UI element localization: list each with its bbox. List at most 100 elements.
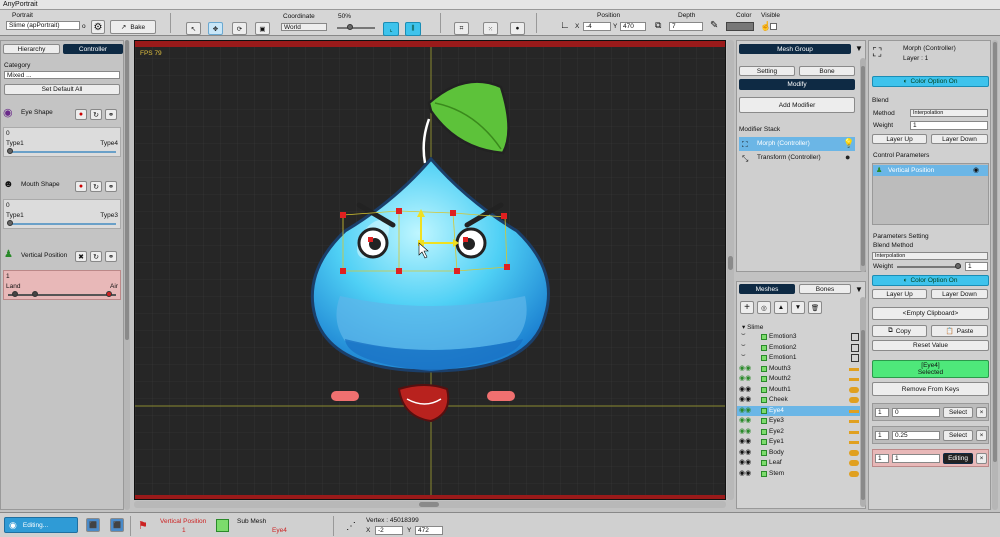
- record-button[interactable]: ●: [75, 109, 87, 120]
- method-select[interactable]: Interpolation: [910, 109, 988, 117]
- list-item[interactable]: ◉◉ Eye2: [737, 427, 863, 437]
- key-index[interactable]: 1: [875, 454, 889, 463]
- list-item-selected[interactable]: ◉◉ Eye4: [737, 405, 863, 416]
- eye-icon[interactable]: ◉◉: [739, 437, 751, 447]
- key-value[interactable]: 0.25: [892, 431, 940, 440]
- link-button[interactable]: ⚭: [105, 251, 117, 262]
- onion-skin-toggle[interactable]: ⌞: [383, 22, 399, 36]
- select-tool-button[interactable]: ↖: [186, 22, 201, 35]
- layer-button[interactable]: ◎: [757, 301, 771, 314]
- eye-icon[interactable]: ◉◉: [739, 406, 751, 416]
- color-drop-button[interactable]: ●: [510, 22, 525, 35]
- eye-icon[interactable]: ◉◉: [739, 374, 751, 384]
- list-item[interactable]: ⌣ Emotion2: [737, 341, 863, 353]
- record-button[interactable]: ●: [75, 181, 87, 192]
- paste-button[interactable]: 📋 Paste: [931, 325, 988, 337]
- link-button[interactable]: ⚭: [105, 109, 117, 120]
- controller-slider-knob[interactable]: [7, 148, 13, 154]
- key-checkbox[interactable]: [851, 343, 859, 352]
- reset-button[interactable]: ↻: [90, 109, 102, 120]
- reset-value-button[interactable]: Reset Value: [872, 340, 989, 351]
- eye-icon[interactable]: ◉◉: [739, 448, 751, 458]
- color-swatch[interactable]: [726, 22, 754, 31]
- key-remove-button[interactable]: ×: [976, 453, 987, 464]
- vertex-x-input[interactable]: -2: [375, 526, 403, 535]
- hidden-indicator-icon[interactable]: ⌣: [741, 341, 746, 351]
- controller-slider[interactable]: [8, 294, 116, 296]
- eye-icon[interactable]: ◉◉: [739, 469, 751, 479]
- key-index[interactable]: 1: [875, 431, 889, 440]
- key-checkbox[interactable]: [851, 333, 859, 341]
- bake-button[interactable]: ↗ Bake: [110, 20, 156, 34]
- hidden-indicator-icon[interactable]: ⌣: [741, 330, 746, 340]
- reset-button[interactable]: ↻: [90, 251, 102, 262]
- key-remove-button[interactable]: ×: [976, 407, 987, 418]
- vertex-y-input[interactable]: 472: [415, 526, 443, 535]
- modifier-item-transform[interactable]: ⤡ Transform (Controller) ●: [739, 151, 855, 165]
- controller-slider-knob[interactable]: [106, 291, 112, 297]
- weight-slider-knob[interactable]: [955, 263, 961, 269]
- tab-controller[interactable]: Controller: [63, 44, 123, 54]
- set-default-all-button[interactable]: Set Default All: [4, 84, 120, 95]
- remove-from-keys-button[interactable]: Remove From Keys: [872, 382, 989, 396]
- move-down-button[interactable]: ▼: [791, 301, 805, 314]
- crop-view-button[interactable]: ⌗: [454, 22, 469, 35]
- hidden-indicator-icon[interactable]: ⌣: [741, 351, 746, 361]
- dropdown-arrow-icon[interactable]: ▼: [855, 285, 863, 294]
- record-mode-button[interactable]: ⬛: [86, 518, 100, 532]
- control-param-item[interactable]: ♟ Vertical Position ◉: [873, 165, 988, 176]
- layer-up-button[interactable]: Layer Up: [872, 289, 927, 299]
- eye-icon[interactable]: ◉◉: [739, 458, 751, 468]
- inspector-scroll-thumb[interactable]: [993, 42, 997, 462]
- list-item[interactable]: ⌣ Emotion1: [737, 351, 863, 363]
- list-item[interactable]: ◉◉ Mouth1: [737, 385, 863, 395]
- keyframe-marker[interactable]: [32, 291, 38, 297]
- editing-mode-button[interactable]: ◉ Editing...: [4, 517, 78, 533]
- lock-mode-button[interactable]: ⬛: [110, 518, 124, 532]
- tab-hierarchy[interactable]: Hierarchy: [3, 44, 60, 54]
- scene-canvas[interactable]: [135, 41, 726, 500]
- meshes-scroll-thumb[interactable]: [861, 330, 865, 500]
- grid-button[interactable]: ⁙: [483, 22, 498, 35]
- key-remove-button[interactable]: ×: [976, 430, 987, 441]
- tab-bone[interactable]: Bone: [799, 66, 855, 76]
- weight-slider[interactable]: [897, 266, 961, 268]
- mesh-group-scroll-thumb[interactable]: [861, 66, 865, 266]
- blend-method-select[interactable]: Interpolation: [872, 252, 988, 260]
- color-option-toggle[interactable]: ◐ Color Option On: [872, 275, 989, 286]
- layer-down-button[interactable]: Layer Down: [931, 134, 988, 144]
- tab-meshes[interactable]: Meshes: [739, 284, 795, 294]
- list-item[interactable]: ◉◉ Eye3: [737, 416, 863, 426]
- layer-down-button[interactable]: Layer Down: [931, 289, 988, 299]
- category-select[interactable]: Mixed ...: [4, 71, 120, 79]
- key-checkbox[interactable]: [851, 354, 859, 362]
- list-item[interactable]: ◉◉ Mouth2: [737, 374, 863, 384]
- bulb-off-icon[interactable]: ●: [845, 152, 850, 162]
- key-select-button[interactable]: Select: [943, 430, 973, 441]
- add-mesh-button[interactable]: +: [740, 301, 754, 314]
- link-button[interactable]: ⚭: [105, 181, 117, 192]
- remove-button[interactable]: ✖: [75, 251, 87, 262]
- left-panel-scroll-thumb[interactable]: [125, 40, 129, 340]
- scale-tool-button[interactable]: ▣: [255, 22, 270, 35]
- eye-icon[interactable]: ◉◉: [739, 395, 751, 405]
- zoom-slider[interactable]: [337, 27, 375, 29]
- list-item[interactable]: ◉◉ Leaf: [737, 458, 863, 468]
- tab-bones[interactable]: Bones: [799, 284, 851, 294]
- keyframe-marker[interactable]: [12, 291, 18, 297]
- viewport-vscrollbar[interactable]: [727, 40, 734, 500]
- list-item[interactable]: ◉◉ Stem: [737, 469, 863, 479]
- list-item[interactable]: ◉◉ Cheek: [737, 395, 863, 405]
- key-value[interactable]: 1: [892, 454, 940, 463]
- coordinate-select[interactable]: World: [281, 23, 327, 31]
- canvas-viewport[interactable]: FPS 79: [134, 40, 726, 500]
- tab-setting[interactable]: Setting: [739, 66, 795, 76]
- clipboard-slot[interactable]: <Empty Clipboard>: [872, 307, 989, 320]
- eye-icon[interactable]: ◉◉: [739, 427, 751, 437]
- portrait-field[interactable]: Slime (apPortrait): [6, 21, 80, 30]
- move-up-button[interactable]: ▲: [774, 301, 788, 314]
- delete-button[interactable]: 🗑: [808, 301, 822, 314]
- controller-slider-knob[interactable]: [7, 220, 13, 226]
- key-index[interactable]: 1: [875, 408, 889, 417]
- eye-icon[interactable]: ◉◉: [739, 416, 751, 426]
